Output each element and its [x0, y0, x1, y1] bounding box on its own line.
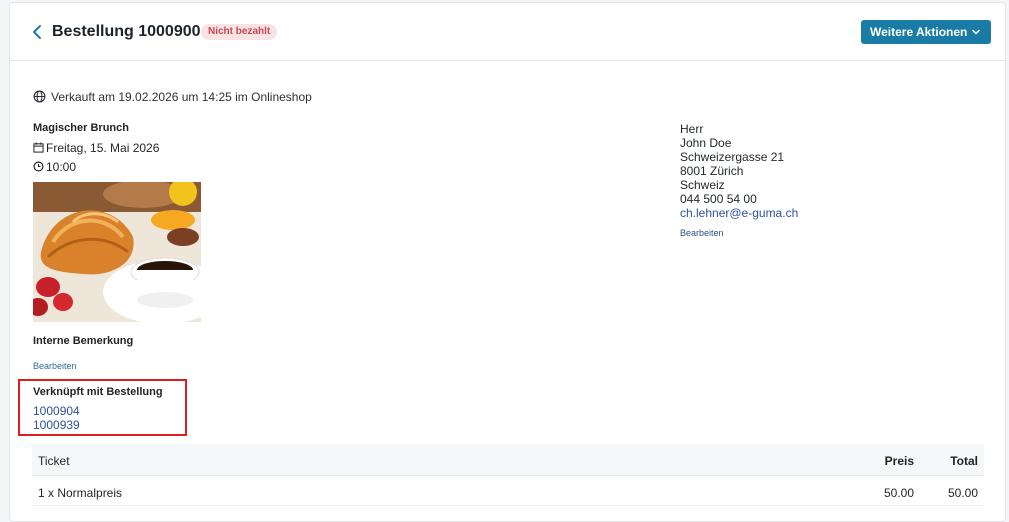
tickets-table: Ticket Preis Total 1 x Normalpreis 50.00… — [32, 444, 984, 506]
linked-order-link[interactable]: 1000904 — [33, 404, 80, 418]
linked-orders-heading: Verknüpft mit Bestellung — [33, 386, 163, 398]
clock-icon — [33, 161, 44, 172]
payment-status-badge: Nicht bezahlt — [201, 24, 278, 40]
customer-email-link[interactable]: ch.lehner@e-guma.ch — [680, 206, 798, 220]
event-date: Freitag, 15. Mai 2026 — [33, 141, 159, 155]
event-name: Magischer Brunch — [33, 122, 129, 134]
chevron-down-icon — [972, 29, 980, 35]
column-header-ticket: Ticket — [38, 454, 70, 468]
sold-info-text: Verkauft am 19.02.2026 um 14:25 im Onlin… — [51, 90, 312, 104]
globe-icon — [33, 90, 46, 103]
sold-info: Verkauft am 19.02.2026 um 14:25 im Onlin… — [33, 90, 312, 104]
table-row: 1 x Normalpreis 50.00 50.00 — [32, 476, 984, 506]
calendar-icon — [33, 142, 44, 153]
internal-note-heading: Interne Bemerkung — [33, 335, 134, 347]
event-time-text: 10:00 — [46, 160, 77, 174]
table-header: Ticket Preis Total — [32, 444, 984, 476]
cell-preis: 50.00 — [883, 486, 914, 500]
cell-total: 50.00 — [947, 486, 978, 500]
more-actions-label: Weitere Aktionen — [870, 25, 968, 39]
back-arrow-icon[interactable] — [30, 23, 46, 41]
cell-ticket: 1 x Normalpreis — [38, 486, 123, 500]
internal-note-edit-link[interactable]: Bearbeiten — [33, 361, 77, 371]
page-title: Bestellung 1000900 — [52, 23, 201, 40]
column-header-preis: Preis — [884, 454, 914, 468]
column-header-total: Total — [950, 454, 978, 468]
customer-street: Schweizergasse 21 — [680, 150, 785, 164]
more-actions-button[interactable]: Weitere Aktionen — [861, 20, 991, 44]
customer-address: Herr John Doe Schweizergasse 21 8001 Zür… — [680, 122, 798, 220]
customer-city: 8001 Zürich — [680, 164, 744, 178]
customer-name: John Doe — [680, 136, 732, 150]
customer-country: Schweiz — [680, 178, 725, 192]
order-card: Bestellung 1000900 Nicht bezahlt Weitere… — [9, 2, 1007, 522]
event-date-text: Freitag, 15. Mai 2026 — [46, 141, 160, 155]
linked-order-link[interactable]: 1000939 — [33, 418, 80, 432]
event-image — [33, 182, 201, 322]
customer-salutation: Herr — [680, 122, 704, 136]
customer-edit-link[interactable]: Bearbeiten — [680, 228, 724, 238]
event-time: 10:00 — [33, 160, 76, 174]
order-header: Bestellung 1000900 Nicht bezahlt Weitere… — [10, 3, 1007, 61]
customer-phone: 044 500 54 00 — [680, 192, 757, 206]
